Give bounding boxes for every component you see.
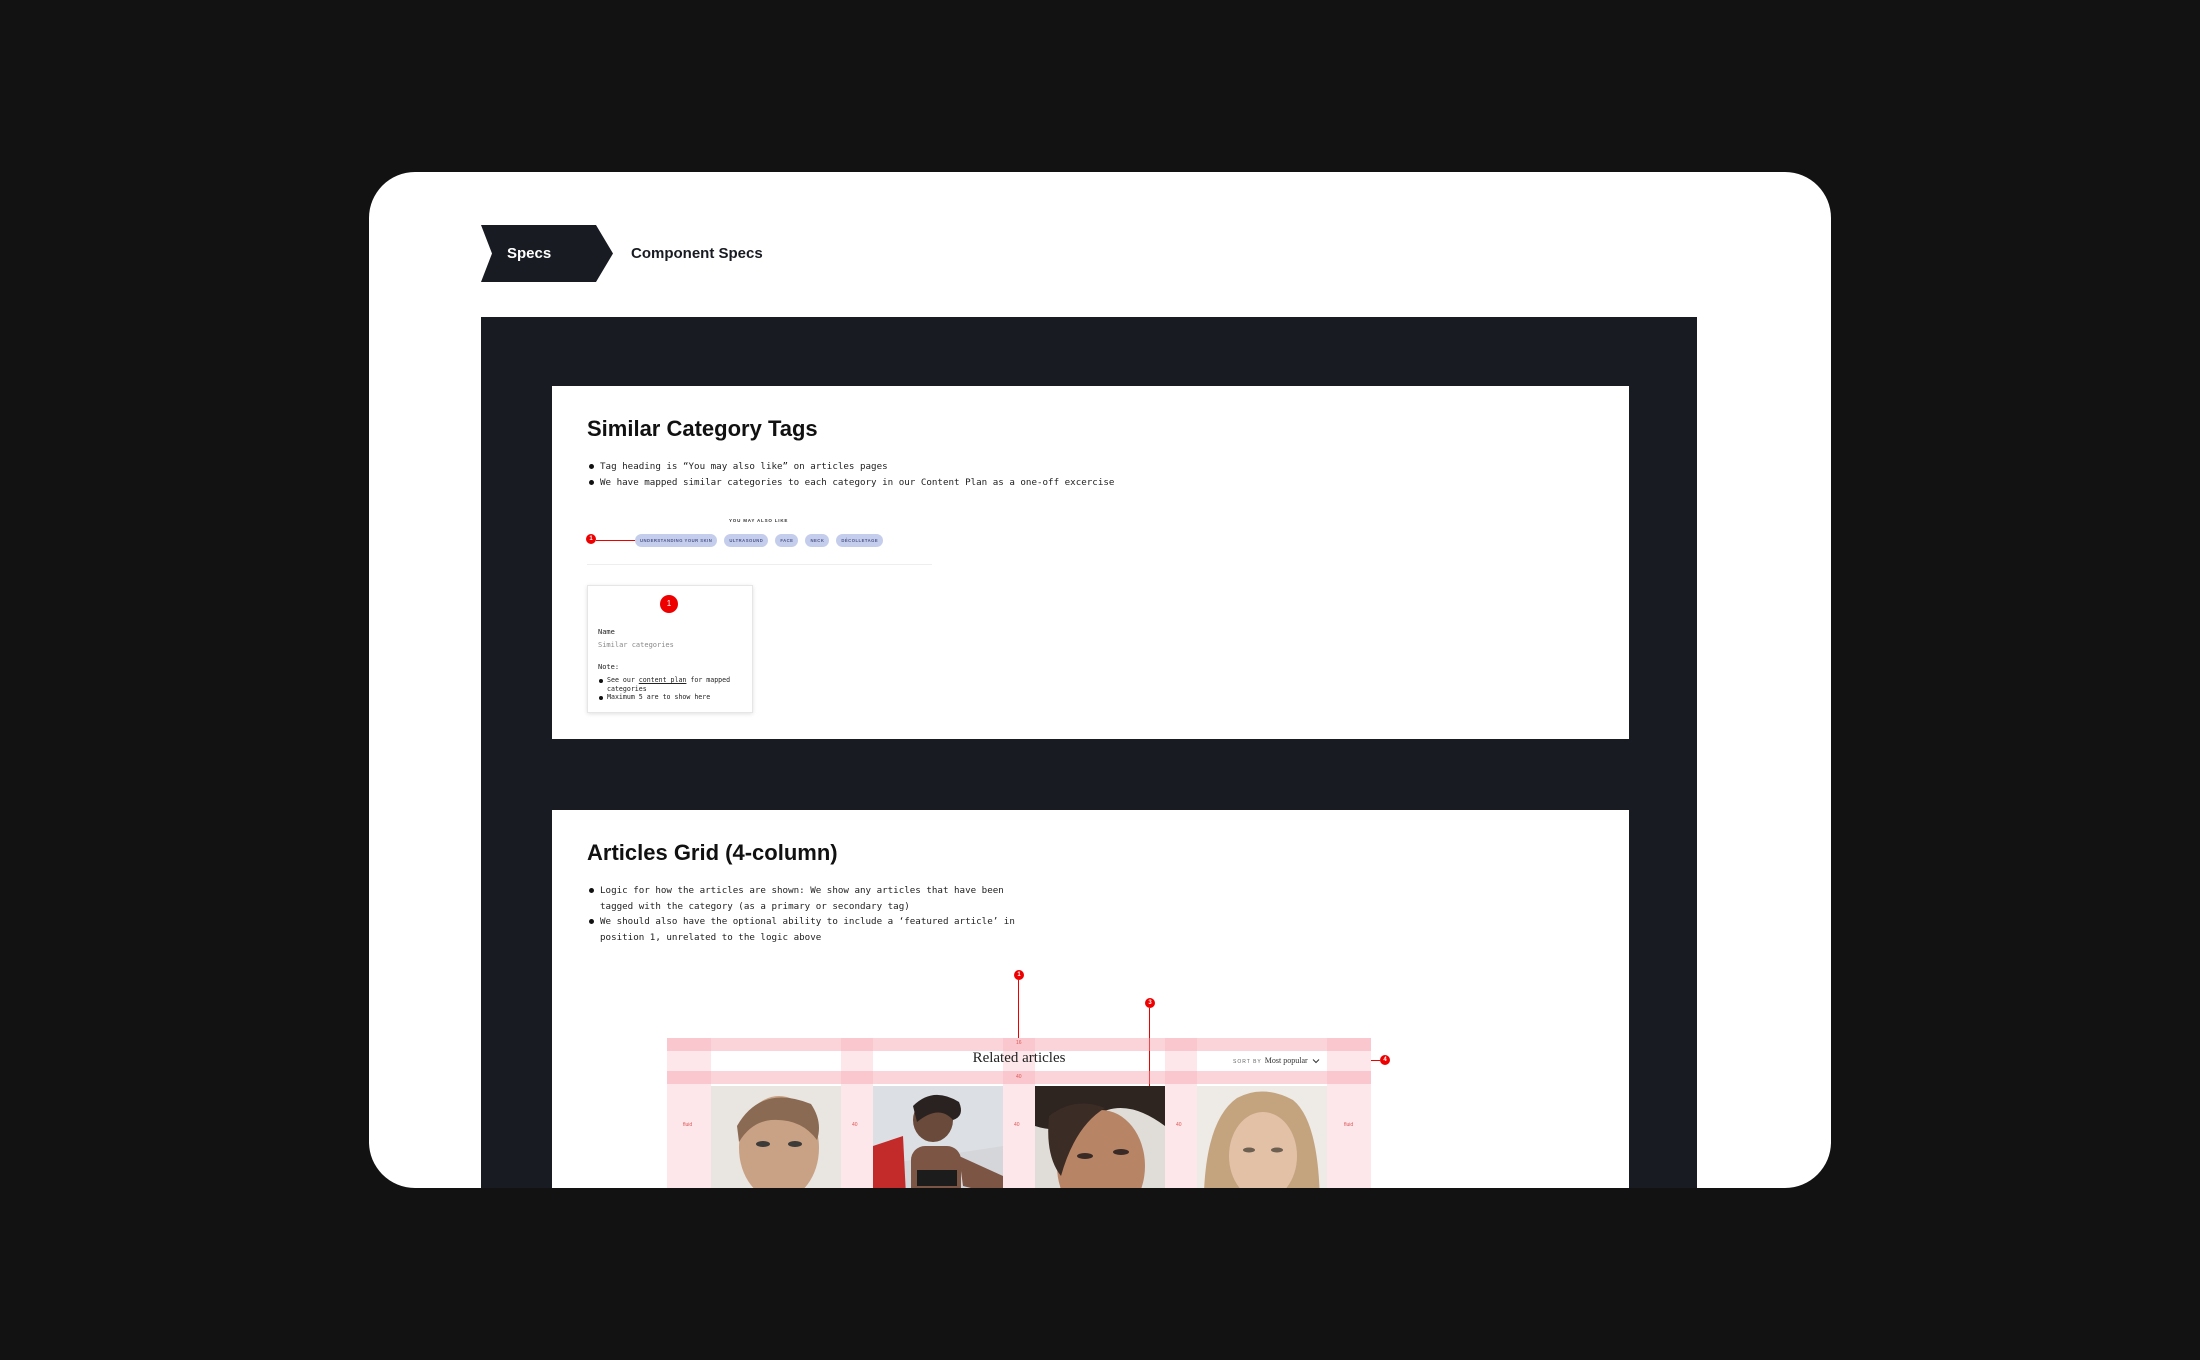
- sort-dropdown[interactable]: SORT BY Most popular: [1233, 1056, 1320, 1065]
- category-tag[interactable]: FACE: [775, 534, 799, 547]
- bullet-item: Tag heading is “You may also like” on ar…: [587, 459, 1114, 475]
- spacing-label: 40: [1176, 1122, 1182, 1128]
- annotation-line: [1018, 980, 1019, 1038]
- note-label: Note:: [598, 663, 620, 671]
- spacing-label: 40: [1014, 1122, 1020, 1128]
- spacing-label: fluid: [683, 1122, 693, 1128]
- chevron-down-icon: [1312, 1059, 1320, 1064]
- note-name-value: Similar categories: [598, 641, 674, 649]
- category-tag[interactable]: UNDERSTANDING YOUR SKIN: [635, 534, 718, 547]
- note-text: Maximum 5 are to show here: [607, 693, 711, 702]
- annotation-marker: 1: [660, 595, 678, 613]
- note-item: See our content plan for mapped categori…: [598, 676, 748, 693]
- page-title: Component Specs: [631, 245, 763, 262]
- article-card-image[interactable]: [1035, 1086, 1165, 1188]
- spacing-label: 40: [1016, 1074, 1022, 1080]
- article-card-image[interactable]: [711, 1086, 841, 1188]
- breadcrumb-label: Specs: [507, 245, 552, 262]
- annotation-marker: 3: [1145, 998, 1155, 1008]
- section-title: Similar Category Tags: [587, 416, 818, 441]
- annotation-marker: 1: [586, 534, 596, 544]
- breadcrumb-specs[interactable]: Specs: [481, 225, 613, 282]
- bullet-item: We have mapped similar categories to eac…: [587, 475, 1114, 491]
- article-card-image[interactable]: [873, 1086, 1003, 1188]
- sort-label: SORT BY: [1233, 1059, 1262, 1065]
- section-articles-grid: Articles Grid (4-column) Logic for how t…: [552, 810, 1629, 1188]
- bullet-item: Logic for how the articles are shown: We…: [587, 883, 1017, 914]
- note-text: See our: [607, 676, 639, 684]
- spacing-label: 40: [852, 1122, 858, 1128]
- annotation-marker: 4: [1380, 1055, 1390, 1065]
- category-tag[interactable]: NECK: [805, 534, 830, 547]
- annotation-line: [596, 540, 635, 541]
- tags-heading: YOU MAY ALSO LIKE: [729, 518, 789, 523]
- note-list: See our content plan for mapped categori…: [598, 676, 748, 702]
- spacing-label: 16: [1016, 1040, 1022, 1046]
- section-similar-category-tags: Similar Category Tags Tag heading is “Yo…: [552, 386, 1629, 739]
- section-title: Articles Grid (4-column): [587, 840, 838, 865]
- spacing-label: fluid: [1344, 1122, 1354, 1128]
- note-name-label: Name: [598, 628, 615, 636]
- bullet-list: Tag heading is “You may also like” on ar…: [587, 459, 1114, 490]
- articles-grid-preview: 16 40 Related articles SORT BY Most popul…: [667, 1038, 1371, 1188]
- note-item: Maximum 5 are to show here: [598, 693, 748, 702]
- article-card-image[interactable]: [1197, 1086, 1327, 1188]
- divider: [587, 564, 932, 565]
- window-card: Specs Component Specs Similar Category T…: [369, 172, 1831, 1188]
- content-plan-link[interactable]: content plan: [639, 676, 687, 684]
- annotation-marker: 1: [1014, 970, 1024, 980]
- sort-value: Most popular: [1264, 1056, 1308, 1065]
- category-tag[interactable]: ULTRASOUND: [724, 534, 769, 547]
- annotation-note-card: 1 Name Similar categories Note: See our …: [587, 585, 753, 713]
- spec-panel: Similar Category Tags Tag heading is “Yo…: [481, 317, 1697, 1188]
- tag-list: UNDERSTANDING YOUR SKIN ULTRASOUND FACE …: [635, 534, 884, 547]
- category-tag[interactable]: DÉCOLLETAGE: [836, 534, 884, 547]
- bullet-item: We should also have the optional ability…: [587, 914, 1017, 945]
- bullet-list: Logic for how the articles are shown: We…: [587, 883, 1017, 945]
